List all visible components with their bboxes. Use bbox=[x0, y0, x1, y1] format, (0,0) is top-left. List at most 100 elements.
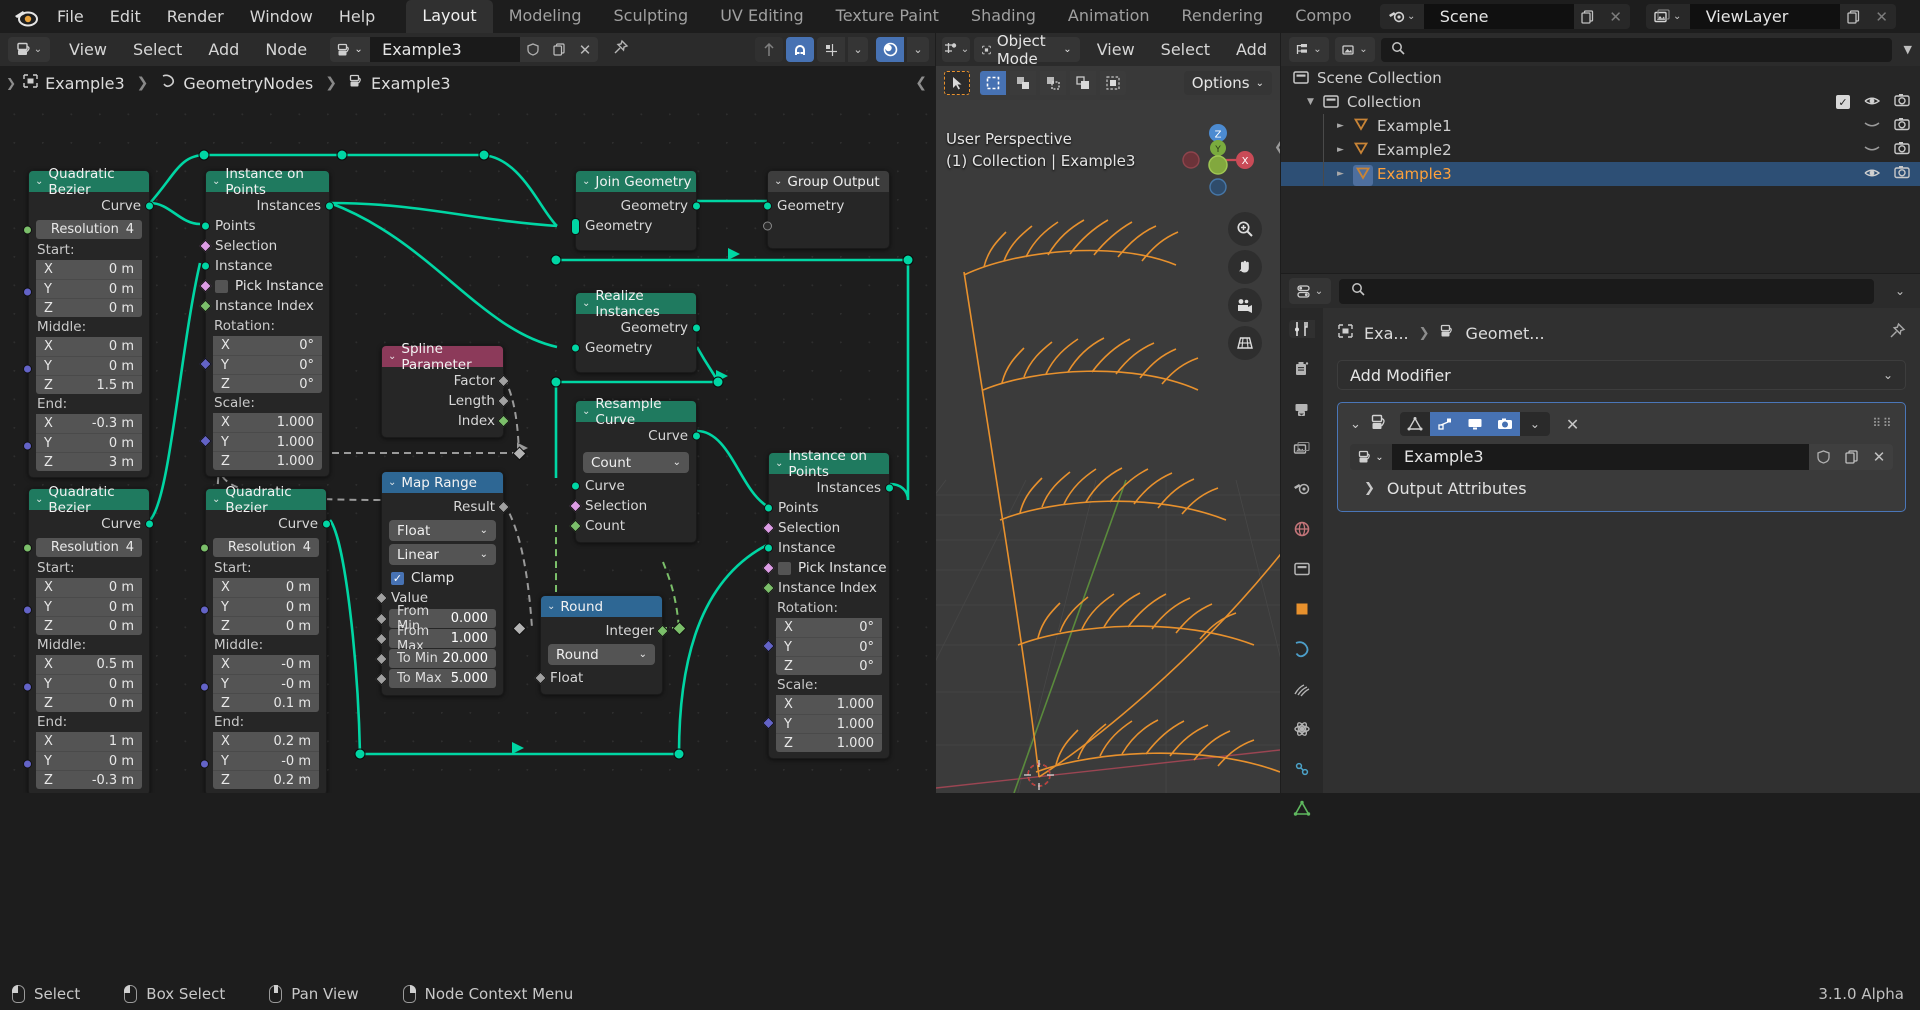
field-end-y[interactable]: Y0 m bbox=[36, 433, 142, 452]
socket-dot[interactable] bbox=[23, 225, 32, 234]
field-start-z[interactable]: Z0 m bbox=[213, 616, 319, 635]
properties-breadcrumb-object[interactable]: Exa... bbox=[1364, 324, 1409, 343]
unlink-nodetree-icon[interactable]: ✕ bbox=[1865, 444, 1893, 470]
viewport-menu-add[interactable]: Add bbox=[1223, 36, 1280, 63]
outliner-row-example1[interactable]: ► Example1 bbox=[1281, 114, 1920, 138]
node-quadratic-bezier-2[interactable]: ⌄ Quadratic Bezier Curve Resolution 4 St… bbox=[23, 484, 154, 793]
viewlayer-icon[interactable]: ⌄ bbox=[1645, 4, 1690, 29]
modifier-expand-chevron-icon[interactable]: ⌄ bbox=[1350, 417, 1361, 432]
fake-user-shield-icon[interactable] bbox=[520, 37, 547, 62]
field-scale-z[interactable]: Z 1.000 bbox=[776, 733, 882, 752]
collapse-chevron-icon[interactable]: ⌄ bbox=[582, 298, 590, 309]
breadcrumb-item-2[interactable]: Example3 bbox=[371, 74, 451, 93]
field-middle-x[interactable]: X 0.5 m bbox=[36, 655, 142, 674]
socket-in-instance[interactable]: Instance bbox=[201, 256, 329, 276]
new-node-tree-icon[interactable] bbox=[546, 37, 573, 62]
expand-arrow-icon[interactable]: ► bbox=[1337, 121, 1344, 131]
field-scale-x[interactable]: X 1.000 bbox=[213, 413, 322, 432]
scene-icon[interactable]: ⌄ bbox=[1379, 4, 1424, 29]
field-start-x[interactable]: X0 m bbox=[213, 578, 319, 597]
field-rot-z[interactable]: Z 0° bbox=[776, 656, 882, 675]
node-menu-add[interactable]: Add bbox=[195, 36, 252, 63]
socket-out-integer[interactable]: Integer bbox=[541, 621, 669, 641]
node-menu-view[interactable]: View bbox=[56, 36, 120, 63]
checkbox-icon[interactable]: ✓ bbox=[1836, 95, 1850, 109]
dropdown-round-mode[interactable]: Round ⌄ bbox=[548, 644, 655, 665]
socket-dot[interactable] bbox=[23, 605, 32, 615]
workspace-tabs[interactable]: Layout Modeling Sculpting UV Editing Texture… bbox=[406, 0, 1367, 33]
socket-dot[interactable] bbox=[145, 201, 154, 211]
socket-dot[interactable] bbox=[23, 441, 32, 451]
navigation-gizmo[interactable]: Z Y X bbox=[1178, 120, 1258, 200]
socket-out-index[interactable]: Index bbox=[382, 411, 510, 431]
field-end-x[interactable]: X 0.2 m bbox=[213, 732, 319, 751]
scene-name[interactable]: Scene bbox=[1423, 4, 1574, 29]
field-start-z[interactable]: Z0 m bbox=[36, 298, 142, 317]
socket-dot-virtual[interactable] bbox=[763, 221, 772, 231]
socket-dot[interactable] bbox=[23, 287, 32, 297]
clamp-checkbox[interactable]: ✓ bbox=[391, 571, 404, 585]
socket-dot[interactable] bbox=[571, 343, 580, 353]
socket-in-pick-instance[interactable]: Pick Instance bbox=[199, 276, 329, 296]
field-resolution[interactable]: Resolution 4 bbox=[23, 220, 142, 239]
field-start-y[interactable]: Y0 m bbox=[36, 279, 142, 298]
node-tree-icon[interactable]: ⌄ bbox=[330, 37, 371, 62]
socket-in-selection[interactable]: Selection bbox=[569, 496, 696, 516]
socket-in-selection[interactable]: Selection bbox=[199, 236, 329, 256]
outliner-search-input[interactable] bbox=[1381, 37, 1892, 62]
socket-dot[interactable] bbox=[692, 431, 701, 441]
field-end-z[interactable]: Z 0.2 m bbox=[213, 770, 319, 789]
socket-in-instance-index[interactable]: Instance Index bbox=[199, 296, 329, 316]
properties-tab-bar[interactable] bbox=[1281, 308, 1323, 816]
socket-dot[interactable] bbox=[145, 519, 154, 529]
node-resample-curve[interactable]: ⌄ Resample Curve Curve Count ⌄ Curve Sel… bbox=[569, 396, 701, 543]
field-resolution[interactable]: Resolution 4 bbox=[23, 538, 142, 557]
field-start-x[interactable]: X0 m bbox=[36, 578, 142, 597]
collapse-chevron-icon[interactable]: ⌄ bbox=[388, 351, 396, 362]
socket-in-instance-index[interactable]: Instance Index bbox=[762, 578, 889, 598]
node-quadratic-bezier-1[interactable]: ⌄ Quadratic Bezier Curve Resolution 4 St… bbox=[23, 166, 154, 478]
socket-in-points[interactable]: Points bbox=[201, 216, 329, 236]
node-header[interactable]: ⌄ Quadratic Bezier bbox=[29, 166, 149, 198]
modifier-delete-icon[interactable]: ✕ bbox=[1566, 415, 1579, 434]
socket-dot[interactable] bbox=[200, 605, 209, 615]
camera-render-icon[interactable] bbox=[1894, 141, 1910, 159]
show-in-edit-mode-toggle[interactable] bbox=[1400, 412, 1430, 436]
socket-dot[interactable] bbox=[763, 201, 772, 211]
outliner-row-scene-collection[interactable]: Scene Collection bbox=[1281, 66, 1920, 90]
properties-search-field[interactable] bbox=[1373, 283, 1874, 299]
viewlayer-delete-icon[interactable]: ✕ bbox=[1867, 4, 1896, 29]
field-end-x[interactable]: X1 m bbox=[36, 732, 142, 751]
workspace-tab-texture-paint[interactable]: Texture Paint bbox=[820, 0, 955, 33]
collapse-chevron-icon[interactable]: ⌄ bbox=[388, 477, 396, 488]
field-rot-y[interactable]: Y 0° bbox=[776, 637, 882, 656]
field-end-z[interactable]: Z -0.3 m bbox=[36, 770, 142, 789]
workspace-tab-compo[interactable]: Compo bbox=[1279, 0, 1368, 33]
socket-dot-multi[interactable] bbox=[571, 218, 580, 235]
tab-particles[interactable] bbox=[1289, 680, 1315, 698]
vector-rotation[interactable]: X 0° Y 0° Z 0° bbox=[762, 618, 889, 675]
node-header[interactable]: ⌄ Quadratic Bezier bbox=[206, 484, 326, 516]
node-instance-on-points-1[interactable]: ⌄ Instance on Points Instances Points Se… bbox=[199, 166, 334, 477]
socket-dot[interactable] bbox=[200, 682, 209, 692]
socket-dot[interactable] bbox=[885, 483, 894, 493]
zoom-navigate-icon[interactable] bbox=[1228, 212, 1262, 246]
field-middle-x[interactable]: X0 m bbox=[36, 337, 142, 356]
checkbox-clamp-row[interactable]: ✓ Clamp bbox=[382, 568, 503, 588]
proportional-edit-icon[interactable] bbox=[876, 37, 904, 62]
socket-dot[interactable] bbox=[23, 364, 32, 374]
socket-in-geometry-multi[interactable]: Geometry bbox=[571, 216, 696, 236]
socket-dot[interactable] bbox=[571, 481, 580, 491]
vector-middle[interactable]: X 0.5 m Y0 m Z0 m bbox=[23, 655, 149, 712]
socket-out-curve[interactable]: Curve bbox=[29, 514, 154, 534]
properties-editor-type-icon[interactable]: ⌄ bbox=[1289, 278, 1331, 304]
vector-start[interactable]: X0 m Y0 m Z0 m bbox=[23, 578, 149, 635]
viewlayer-selector[interactable]: ⌄ ViewLayer ✕ bbox=[1645, 4, 1896, 29]
socket-out-instances[interactable]: Instances bbox=[206, 196, 334, 216]
field-resolution[interactable]: Resolution 4 bbox=[200, 538, 319, 557]
menu-help[interactable]: Help bbox=[326, 5, 388, 29]
outliner-row-example2[interactable]: ► Example2 bbox=[1281, 138, 1920, 162]
socket-in-count[interactable]: Count bbox=[569, 516, 696, 536]
collapse-chevron-icon[interactable]: ⌄ bbox=[775, 458, 783, 469]
menu-window[interactable]: Window bbox=[237, 5, 326, 29]
